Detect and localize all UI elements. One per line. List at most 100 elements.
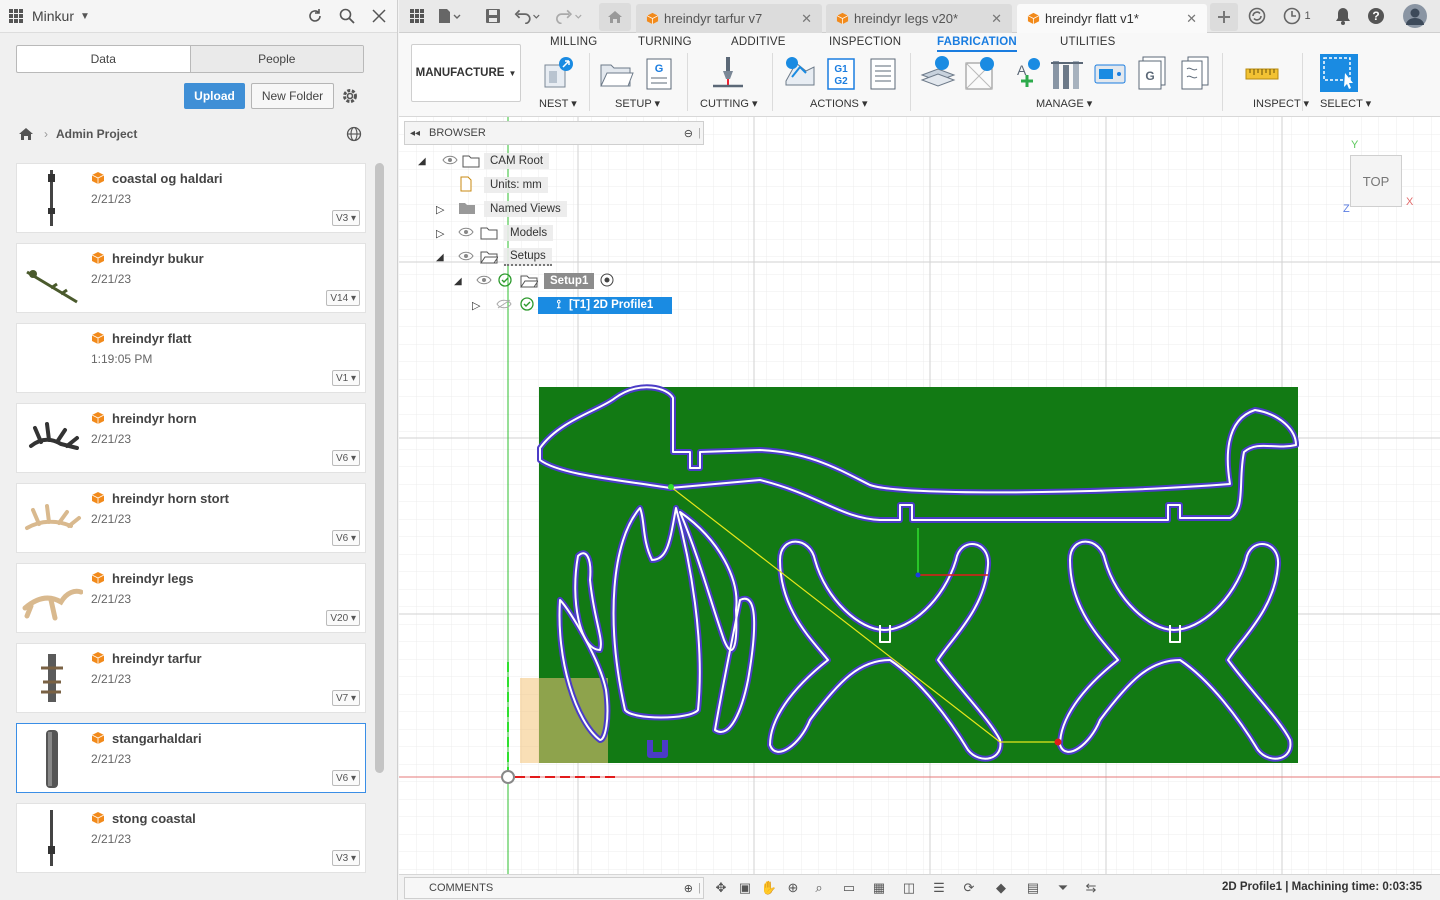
display-settings-icon[interactable]: ▭ — [839, 878, 859, 898]
post-library-icon[interactable] — [1092, 55, 1128, 91]
group-manage[interactable]: MANAGE ▾ — [1036, 97, 1092, 110]
tree-node-setup1[interactable]: ◢ Setup1 — [454, 271, 614, 291]
post-process-icon[interactable]: G1 G2 — [823, 55, 859, 91]
tab-turning[interactable]: TURNING — [638, 36, 692, 48]
viewports-icon[interactable]: ◫ — [899, 878, 919, 898]
resize-handle-icon[interactable]: | — [698, 882, 701, 894]
activate-radio-icon[interactable] — [600, 273, 614, 290]
tree-node-units[interactable]: Units: mm — [458, 175, 548, 195]
version-dropdown[interactable]: V3 ▾ — [331, 850, 360, 866]
group-actions[interactable]: ACTIONS ▾ — [810, 97, 867, 110]
tree-node-named-views[interactable]: ▷ Named Views — [436, 199, 567, 219]
redo-icon[interactable] — [555, 2, 583, 30]
file-name[interactable]: hreindyr tarfur — [112, 651, 202, 666]
refresh-icon[interactable] — [305, 6, 325, 26]
add-comment-icon[interactable]: ⊕ — [684, 882, 693, 895]
tab-inspection[interactable]: INSPECTION — [829, 36, 901, 48]
select-icon[interactable] — [1319, 53, 1359, 93]
nest-icon[interactable] — [541, 55, 577, 91]
nc-program-library-icon[interactable]: G — [1135, 55, 1171, 91]
tree-node-models[interactable]: ▷ Models — [436, 223, 554, 243]
group-select[interactable]: SELECT ▾ — [1320, 97, 1371, 110]
view-cube-face[interactable]: TOP — [1363, 174, 1390, 189]
expand-triangle-icon[interactable]: ◢ — [436, 252, 458, 263]
shading-icon[interactable]: ◆ — [991, 878, 1011, 898]
team-name[interactable]: Minkur — [32, 8, 74, 24]
measure-icon[interactable] — [1244, 55, 1280, 91]
layers-icon[interactable]: ☰ — [929, 878, 949, 898]
nc-program-icon[interactable]: G — [641, 55, 677, 91]
minus-icon[interactable]: ⊖ — [684, 127, 693, 140]
pan-hand-icon[interactable]: ✋ — [759, 878, 779, 898]
camera-icon[interactable]: ▤ — [1023, 878, 1043, 898]
doc-tab-tarfur[interactable]: hreindyr tarfur v7 ✕ — [636, 4, 822, 33]
version-dropdown[interactable]: V1 ▾ — [331, 370, 360, 386]
tab-utilities[interactable]: UTILITIES — [1060, 36, 1115, 48]
collapse-left-icon[interactable]: ◂◂ — [410, 128, 420, 139]
file-name[interactable]: coastal og haldari — [112, 171, 223, 186]
file-thumbnail[interactable] — [21, 328, 83, 390]
new-tab-plus-icon[interactable] — [1210, 3, 1238, 31]
tab-fabrication[interactable]: FABRICATION — [937, 36, 1017, 52]
file-card[interactable]: stong coastal 2/21/23 V3 ▾ — [16, 803, 366, 873]
close-icon[interactable] — [369, 6, 389, 26]
file-card[interactable]: hreindyr bukur 2/21/23 V14 ▾ — [16, 243, 366, 313]
version-dropdown[interactable]: V7 ▾ — [331, 690, 360, 706]
scrollbar[interactable] — [375, 163, 384, 773]
grid-icon[interactable] — [403, 2, 431, 30]
expand-triangle-icon[interactable]: ▷ — [436, 203, 458, 216]
version-dropdown[interactable]: V6 ▾ — [331, 530, 360, 546]
tab-additive[interactable]: ADDITIVE — [731, 36, 786, 48]
add-tool-icon[interactable]: A — [1007, 55, 1043, 91]
close-icon[interactable]: ✕ — [1186, 11, 1197, 27]
save-icon[interactable] — [479, 2, 507, 30]
resize-handle-icon[interactable]: | — [698, 127, 701, 139]
file-name[interactable]: hreindyr bukur — [112, 251, 204, 266]
file-thumbnail[interactable] — [21, 728, 83, 790]
new-folder-button[interactable]: New Folder — [251, 83, 334, 109]
undo-icon[interactable] — [513, 2, 541, 30]
file-name[interactable]: hreindyr horn stort — [112, 491, 229, 506]
rotate-icon[interactable]: ⟳ — [959, 878, 979, 898]
gear-icon[interactable] — [340, 86, 360, 106]
zoom-icon[interactable]: ⊕ — [783, 878, 803, 898]
tab-data[interactable]: Data — [17, 46, 190, 72]
eye-icon[interactable] — [476, 275, 498, 288]
help-icon[interactable]: ? — [1362, 2, 1390, 30]
apps-grid-icon[interactable] — [8, 8, 24, 24]
graphics-canvas[interactable] — [399, 117, 1440, 874]
tool-library-icon[interactable] — [920, 55, 956, 91]
close-icon[interactable]: ✕ — [991, 11, 1002, 27]
eye-icon[interactable] — [442, 155, 462, 168]
file-card[interactable]: hreindyr horn 2/21/23 V6 ▾ — [16, 403, 366, 473]
viewport-graphics[interactable] — [399, 117, 1440, 874]
file-card[interactable]: hreindyr tarfur 2/21/23 V7 ▾ — [16, 643, 366, 713]
file-name[interactable]: stong coastal — [112, 811, 196, 826]
look-at-icon[interactable]: ▣ — [735, 878, 755, 898]
setup-sheet-icon[interactable] — [865, 55, 901, 91]
bell-icon[interactable] — [1329, 2, 1357, 30]
group-nest[interactable]: NEST ▾ — [539, 97, 577, 110]
file-name[interactable]: stangarhaldari — [112, 731, 202, 746]
file-thumbnail[interactable] — [21, 168, 83, 230]
orbit-icon[interactable]: ✥ — [711, 878, 731, 898]
version-dropdown[interactable]: V14 ▾ — [326, 290, 360, 306]
doc-tab-flatt[interactable]: hreindyr flatt v1* ✕ — [1017, 4, 1207, 33]
file-thumbnail[interactable] — [21, 568, 84, 630]
file-name[interactable]: hreindyr flatt — [112, 331, 191, 346]
document-library-icon[interactable] — [1178, 55, 1214, 91]
group-cutting[interactable]: CUTTING ▾ — [700, 97, 757, 110]
tab-people[interactable]: People — [189, 46, 363, 72]
chevron-down-icon[interactable]: ▼ — [80, 11, 90, 22]
grid-settings-icon[interactable]: ▦ — [869, 878, 889, 898]
version-dropdown[interactable]: V3 ▾ — [331, 210, 360, 226]
comments-panel[interactable]: COMMENTS ⊕ | — [404, 877, 704, 899]
version-dropdown[interactable]: V6 ▾ — [331, 770, 360, 786]
close-icon[interactable]: ✕ — [801, 11, 812, 27]
template-library-icon[interactable] — [963, 55, 999, 91]
globe-icon[interactable] — [344, 124, 364, 144]
file-name[interactable]: hreindyr legs — [112, 571, 194, 586]
group-inspect[interactable]: INSPECT ▾ — [1253, 97, 1309, 110]
job-status-icon[interactable]: 1 — [1277, 2, 1317, 30]
tree-node-setups[interactable]: ◢ Setups — [436, 247, 552, 267]
